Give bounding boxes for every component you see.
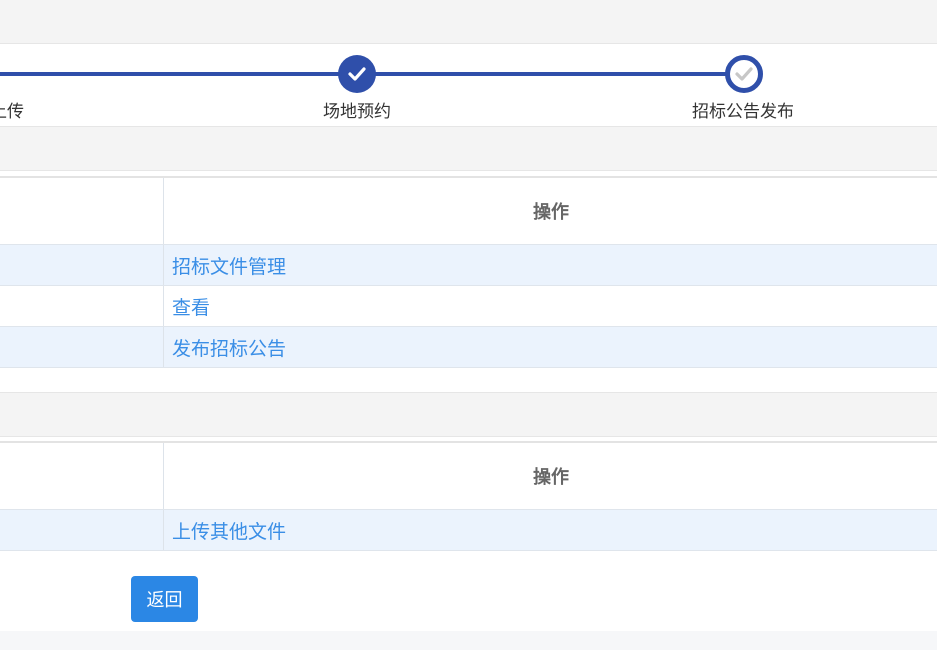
- progress-line-completed: [0, 72, 357, 76]
- step-label-announcement: 招标公告发布: [692, 102, 794, 121]
- top-band: [0, 0, 937, 44]
- column-header-action: 操作: [533, 467, 569, 487]
- section-header-band: [0, 392, 937, 437]
- table-cell: [0, 245, 164, 285]
- progress-line-current: [357, 72, 744, 76]
- table-row: 上传其他文件: [0, 510, 937, 551]
- table-1: 操作 招标文件管理 查看 发布招标公告: [0, 176, 937, 368]
- table-cell: [0, 443, 164, 509]
- table-row: 招标文件管理: [0, 245, 937, 286]
- step-label-upload: 上传: [0, 102, 24, 121]
- section-header-band: [0, 126, 937, 171]
- table-2: 操作 上传其他文件: [0, 441, 937, 551]
- check-icon: [348, 67, 366, 81]
- link-publish-announcement[interactable]: 发布招标公告: [165, 334, 286, 361]
- check-icon: [735, 67, 753, 81]
- table-cell: [0, 178, 164, 244]
- back-button[interactable]: 返回: [131, 576, 198, 622]
- table-row: 发布招标公告: [0, 327, 937, 368]
- column-header-action: 操作: [533, 202, 569, 222]
- table-row: 查看: [0, 286, 937, 327]
- table-cell: [0, 286, 164, 326]
- step-circle-venue: [338, 55, 376, 93]
- step-label-venue: 场地预约: [323, 102, 391, 121]
- step-circle-announcement: [725, 55, 763, 93]
- table-header-row: 操作: [0, 178, 937, 245]
- link-bid-file-management[interactable]: 招标文件管理: [165, 252, 286, 279]
- link-view[interactable]: 查看: [165, 293, 210, 320]
- table-header-row: 操作: [0, 443, 937, 510]
- link-upload-other-files[interactable]: 上传其他文件: [165, 517, 286, 544]
- table-cell: [0, 510, 164, 550]
- table-cell: [0, 327, 164, 367]
- bottom-band: [0, 631, 937, 650]
- progress-steps: 上传 场地预约 招标公告发布: [0, 44, 937, 126]
